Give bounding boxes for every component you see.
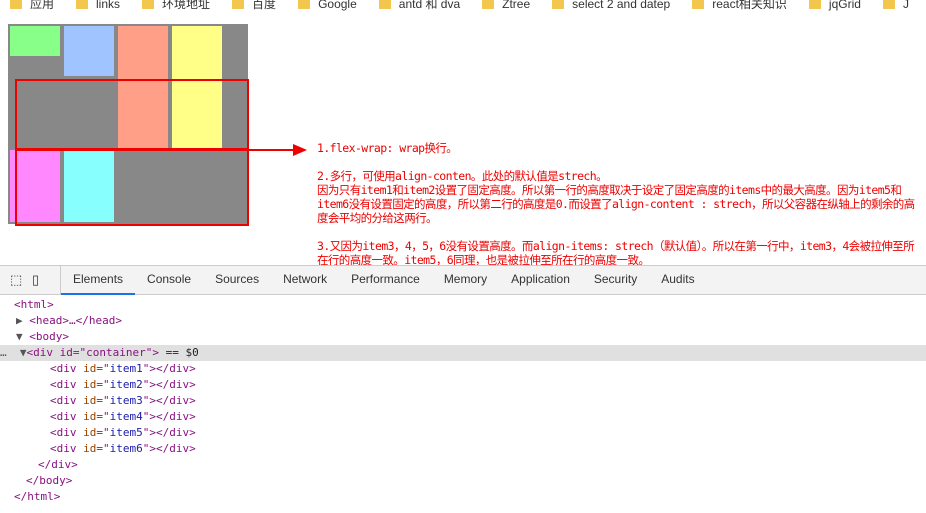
node-item1[interactable]: <div id="item1"></div> <box>0 361 926 377</box>
tab-elements[interactable]: Elements <box>61 265 136 295</box>
folder-icon <box>692 0 705 10</box>
bookmark-label: jqGrid <box>828 0 861 11</box>
bookmark-item[interactable]: antd 和 dva <box>378 0 461 11</box>
item-id: item4 <box>109 410 143 423</box>
bookmark-item[interactable]: react相关知识 <box>692 0 787 11</box>
node-item2[interactable]: <div id="item2"></div> <box>0 377 926 393</box>
item-id: item1 <box>109 362 143 375</box>
folder-icon <box>142 0 155 10</box>
bookmark-item[interactable]: J <box>882 0 909 11</box>
item2 <box>64 26 114 76</box>
bookmark-label: Ztree <box>502 0 531 11</box>
annotation-text: 1.flex-wrap: wrap换行。 2.多行，可使用align-conten… <box>317 141 917 267</box>
item-id: item2 <box>109 378 143 391</box>
node-text: </div> <box>38 458 78 471</box>
node-container-close[interactable]: </div> <box>0 457 926 473</box>
devtools-panel: ⬚ ▯ Elements Console Sources Network Perform… <box>0 265 926 513</box>
item1 <box>10 26 60 56</box>
tab-performance[interactable]: Performance <box>339 265 432 293</box>
tab-audits[interactable]: Audits <box>649 265 706 293</box>
bookmark-label: 百度 <box>252 0 277 11</box>
folder-icon <box>10 0 22 10</box>
bookmark-item[interactable]: 环境地址 <box>142 0 211 11</box>
dom-tree: <html> ▶ <head>…</head> ▼ <body>… ▼<div id… <box>0 295 926 505</box>
bookmark-label: links <box>96 0 121 11</box>
node-text: <div id="container"> <box>26 346 159 359</box>
bookmark-label: select 2 and datep <box>572 0 671 11</box>
node-item4[interactable]: <div id="item4"></div> <box>0 409 926 425</box>
bookmark-item[interactable]: select 2 and datep <box>552 0 671 11</box>
folder-icon <box>882 0 895 10</box>
bookmark-label: 环境地址 <box>162 0 211 11</box>
bookmark-label: J <box>902 0 909 11</box>
folder-icon <box>808 0 821 10</box>
folder-icon <box>232 0 245 10</box>
bookmark-label: Google <box>318 0 357 11</box>
bookmark-label: react相关知识 <box>712 0 787 11</box>
selected-marker: == $0 <box>165 346 199 359</box>
device-toggle-icon[interactable]: ▯ <box>32 272 48 288</box>
node-text: <head>…</head> <box>29 314 122 327</box>
node-item6[interactable]: <div id="item6"></div> <box>0 441 926 457</box>
node-text: </html> <box>14 490 61 503</box>
arrow-icon <box>247 144 307 156</box>
node-text: <html> <box>14 298 54 311</box>
tab-application[interactable]: Application <box>499 265 582 293</box>
folder-icon <box>552 0 565 10</box>
folder-icon <box>298 0 311 10</box>
bookmark-label: 应用 <box>30 0 55 11</box>
inspect-icon[interactable]: ⬚ <box>10 272 26 288</box>
tab-sources[interactable]: Sources <box>203 265 271 293</box>
node-head[interactable]: ▶ <head>…</head> <box>0 313 926 329</box>
node-container[interactable]: … ▼<div id="container"> == $0 <box>0 345 926 361</box>
node-html-close[interactable]: </html> <box>0 489 926 505</box>
item-id: item3 <box>109 394 143 407</box>
folder-icon <box>378 0 391 10</box>
highlight-row2 <box>15 148 249 226</box>
item-id: item5 <box>109 426 143 439</box>
bookmark-item[interactable]: Google <box>298 0 357 11</box>
bookmark-item[interactable]: 应用 <box>10 0 55 11</box>
bookmark-item[interactable]: 百度 <box>232 0 277 11</box>
devtools-toolbar: ⬚ ▯ Elements Console Sources Network Perform… <box>0 265 926 295</box>
node-item5[interactable]: <div id="item5"></div> <box>0 425 926 441</box>
node-text: <body> <box>29 330 69 343</box>
bookmark-item[interactable]: links <box>76 0 121 11</box>
item-id: item6 <box>109 442 143 455</box>
highlight-row1 <box>15 79 249 151</box>
note-3: 3.又因为item3，4，5，6没有设置高度。而align-items: str… <box>317 239 915 267</box>
folder-icon <box>76 0 89 10</box>
note-1: 1.flex-wrap: wrap换行。 <box>317 141 458 155</box>
tab-console[interactable]: Console <box>135 265 203 293</box>
bookmark-item[interactable]: jqGrid <box>808 0 861 11</box>
node-item3[interactable]: <div id="item3"></div> <box>0 393 926 409</box>
bookmark-label: antd 和 dva <box>398 0 461 11</box>
tab-network[interactable]: Network <box>271 265 339 293</box>
note-2: 2.多行，可使用align-conten。此处的默认值是strech。 因为只有… <box>317 169 915 225</box>
bookmark-item[interactable]: Ztree <box>482 0 531 11</box>
tab-security[interactable]: Security <box>582 265 649 293</box>
node-text: </body> <box>26 474 73 487</box>
node-body-close[interactable]: </body> <box>0 473 926 489</box>
bookmarks-bar: 应用 links 环境地址 百度 Google antd 和 dva Ztree select… <box>0 0 926 14</box>
folder-icon <box>482 0 495 10</box>
node-body[interactable]: ▼ <body> <box>0 329 926 345</box>
tab-memory[interactable]: Memory <box>432 265 499 293</box>
node-html[interactable]: <html> <box>0 297 926 313</box>
